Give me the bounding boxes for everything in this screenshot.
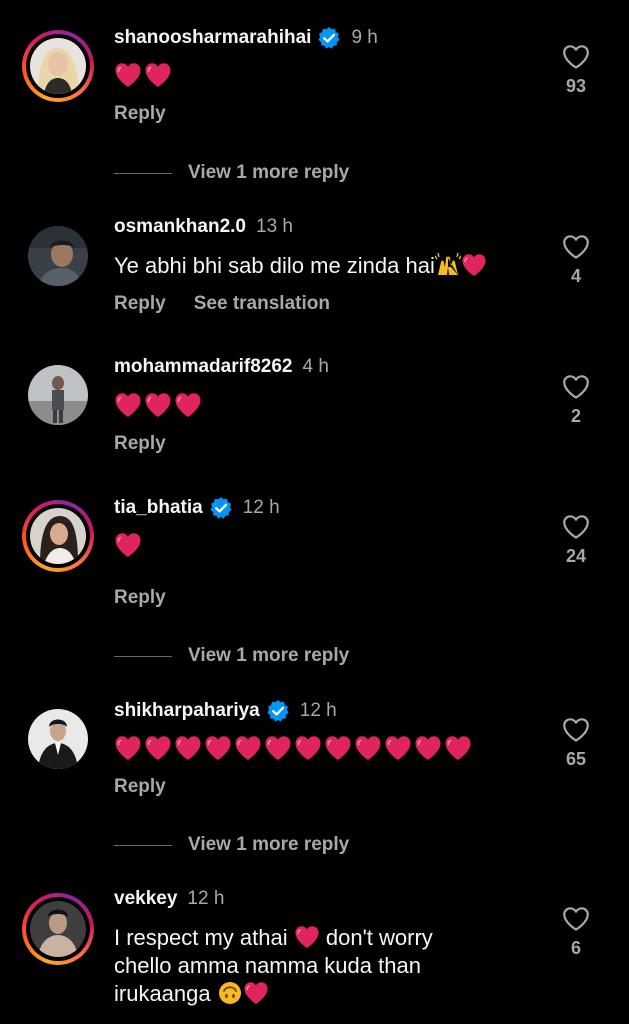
divider-line (114, 172, 172, 174)
username[interactable]: shikharpahariya (114, 700, 260, 722)
view-more-replies-label: View 1 more reply (188, 645, 350, 666)
reply-button[interactable]: Reply (114, 433, 166, 455)
username[interactable]: osmankhan2.0 (114, 216, 246, 238)
view-more-replies-button[interactable]: View 1 more reply (114, 834, 349, 856)
divider-line (114, 655, 172, 657)
red-heart-emoji (294, 735, 322, 761)
username[interactable]: tia_bhatia (114, 497, 203, 519)
avatar[interactable] (22, 220, 94, 292)
timestamp: 4 h (302, 356, 329, 377)
red-heart-emoji (114, 532, 142, 558)
like-count: 6 (570, 938, 581, 958)
comment-text: Ye abhi bhi sab dilo me zinda hai (114, 252, 534, 280)
red-heart-emoji (144, 392, 172, 418)
comment-text: I respect my athai don't worry chello am… (114, 925, 433, 1006)
red-heart-emoji (144, 735, 172, 761)
heart-outline-icon[interactable] (562, 44, 590, 70)
reply-button[interactable]: Reply (114, 103, 166, 125)
username[interactable]: shanoosharmarahihai (114, 27, 311, 49)
like-count: 4 (570, 266, 581, 286)
avatar[interactable] (22, 359, 94, 431)
raising-hands-emoji (434, 253, 461, 275)
red-heart-emoji (384, 735, 412, 761)
red-heart-emoji (234, 735, 262, 761)
heart-outline-icon[interactable] (562, 514, 590, 540)
username[interactable]: vekkey (114, 888, 177, 910)
view-more-replies-button[interactable]: View 1 more reply (114, 162, 349, 184)
red-heart-emoji (114, 735, 142, 761)
red-heart-emoji (114, 392, 142, 418)
avatar[interactable] (22, 500, 94, 572)
heart-outline-icon[interactable] (562, 374, 590, 400)
avatar[interactable] (22, 30, 94, 102)
heart-outline-icon[interactable] (562, 234, 590, 260)
comment-text (114, 62, 172, 88)
like-count: 2 (570, 406, 581, 426)
timestamp: 9 h (351, 27, 378, 48)
red-heart-emoji (243, 981, 269, 1005)
divider-line (114, 844, 172, 846)
comment-text (114, 532, 142, 558)
verified-badge-icon (317, 26, 341, 50)
verified-badge-icon (209, 496, 233, 520)
view-more-replies-label: View 1 more reply (188, 834, 350, 855)
see-translation-button[interactable]: See translation (194, 293, 330, 315)
red-heart-emoji (174, 392, 202, 418)
reply-button[interactable]: Reply (114, 587, 166, 609)
username[interactable]: mohammadarif8262 (114, 356, 292, 378)
red-heart-emoji (354, 735, 382, 761)
like-count: 93 (565, 76, 587, 96)
like-count: 65 (565, 749, 587, 769)
red-heart-emoji (414, 735, 442, 761)
view-more-replies-button[interactable]: View 1 more reply (114, 645, 349, 667)
comment-text (114, 735, 472, 761)
verified-badge-icon (266, 699, 290, 723)
red-heart-emoji (461, 253, 487, 277)
avatar[interactable] (22, 703, 94, 775)
timestamp: 12 h (187, 888, 225, 909)
red-heart-emoji (264, 735, 292, 761)
red-heart-emoji (174, 735, 202, 761)
heart-outline-icon[interactable] (562, 717, 590, 743)
upside-down-face-emoji (218, 982, 241, 1004)
view-more-replies-label: View 1 more reply (188, 162, 350, 183)
comment-text (114, 392, 202, 418)
red-heart-emoji (144, 62, 172, 88)
like-count: 24 (565, 546, 587, 566)
reply-button[interactable]: Reply (114, 776, 166, 798)
timestamp: 12 h (242, 497, 280, 518)
avatar[interactable] (22, 893, 94, 965)
red-heart-emoji (294, 925, 320, 949)
red-heart-emoji (204, 735, 232, 761)
red-heart-emoji (444, 735, 472, 761)
red-heart-emoji (324, 735, 352, 761)
reply-button[interactable]: Reply (114, 293, 166, 315)
timestamp: 13 h (256, 216, 293, 237)
red-heart-emoji (114, 62, 142, 88)
timestamp: 12 h (299, 700, 337, 721)
heart-outline-icon[interactable] (562, 906, 590, 932)
